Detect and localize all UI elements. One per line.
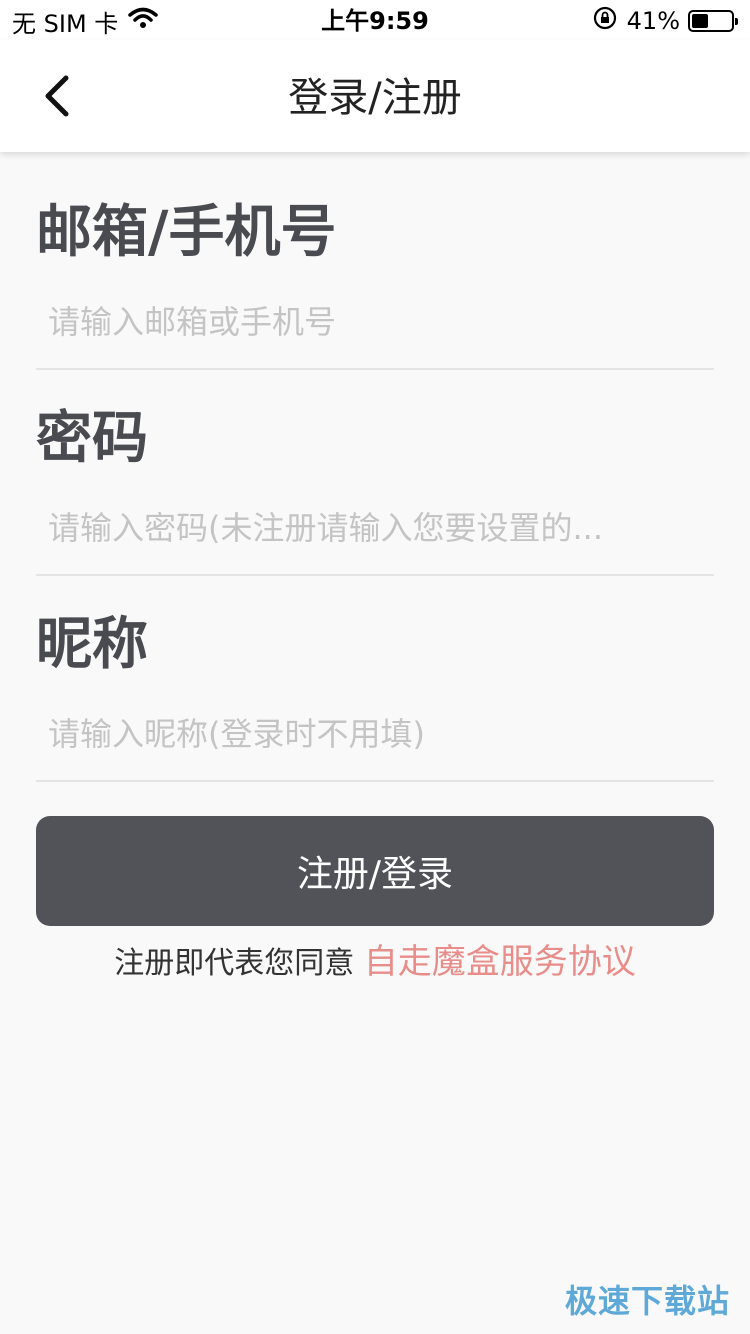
status-bar: 无 SIM 卡 上午9:59 41% <box>0 0 750 40</box>
register-login-button[interactable]: 注册/登录 <box>36 816 714 926</box>
battery-icon <box>688 10 738 32</box>
status-right: 41% <box>593 6 738 36</box>
rotation-lock-icon <box>593 6 617 36</box>
page-title: 登录/注册 <box>288 75 462 121</box>
battery-fill <box>692 14 708 28</box>
account-label: 邮箱/手机号 <box>36 200 337 265</box>
watermark: 极速下载站 <box>564 1282 730 1320</box>
password-label: 密码 <box>36 406 148 471</box>
nickname-input[interactable] <box>36 704 714 764</box>
nickname-label: 昵称 <box>36 612 148 677</box>
account-divider <box>36 368 714 370</box>
nav-bar: 登录/注册 <box>0 40 750 152</box>
password-divider <box>36 574 714 576</box>
account-input[interactable] <box>36 292 714 352</box>
battery-percent: 41% <box>626 7 680 35</box>
password-field: 密码 <box>36 404 714 576</box>
service-agreement-link[interactable]: 自走魔盒服务协议 <box>364 942 636 982</box>
password-input[interactable] <box>36 498 714 558</box>
agreement-prefix: 注册即代表您同意 <box>114 946 355 981</box>
nickname-divider <box>36 780 714 782</box>
agreement-text: 注册即代表您同意 自走魔盒服务协议 <box>0 940 750 986</box>
nickname-field: 昵称 <box>36 610 714 782</box>
account-field: 邮箱/手机号 <box>36 198 714 370</box>
